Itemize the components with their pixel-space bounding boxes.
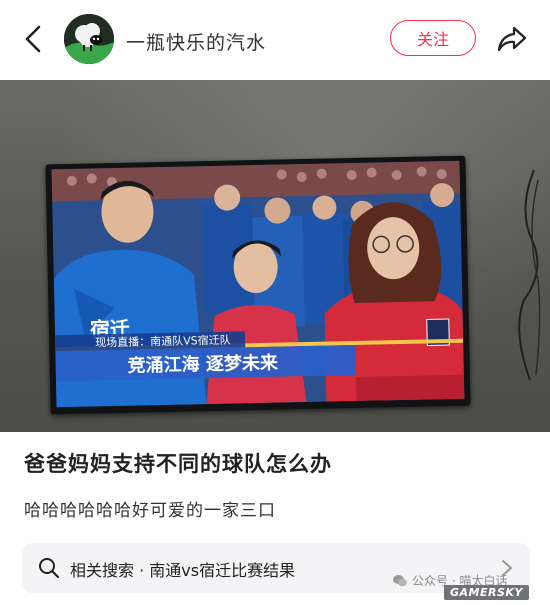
tv-caption-main: 竞涌江海 逐梦未来	[127, 352, 279, 377]
chevron-left-icon	[25, 25, 41, 53]
wall-cable	[518, 170, 541, 380]
brand-logo: GAMERSKY	[444, 585, 529, 600]
avatar[interactable]	[64, 14, 114, 64]
share-icon	[497, 26, 527, 52]
tv-caption-small: 现场直播：南通队VS宿迁队	[95, 333, 231, 350]
related-search-label: 相关搜索 · 南通vs宿迁比赛结果	[70, 561, 296, 580]
television: 宿迁 现场直播：南通队VS宿迁队 竞涌江海 逐梦未来	[45, 155, 471, 415]
tv-broadcast-image: 宿迁 现场直播：南通队VS宿迁队 竞涌江海 逐梦未来	[51, 160, 465, 408]
share-button[interactable]	[494, 22, 530, 56]
tv-screen: 宿迁 现场直播：南通队VS宿迁队 竞涌江海 逐梦未来	[51, 160, 465, 408]
sheep-avatar-icon	[64, 14, 114, 64]
search-icon	[39, 558, 60, 579]
back-button[interactable]	[16, 22, 50, 56]
top-bar: 一瓶快乐的汽水 关注	[0, 0, 550, 78]
follow-button[interactable]: 关注	[390, 20, 476, 56]
post-body: 哈哈哈哈哈哈好可爱的一家三口	[24, 501, 276, 521]
username[interactable]: 一瓶快乐的汽水	[126, 28, 266, 55]
wechat-icon	[393, 574, 407, 586]
post-title: 爸爸妈妈支持不同的球队怎么办	[24, 452, 332, 476]
post-photo[interactable]: 宿迁 现场直播：南通队VS宿迁队 竞涌江海 逐梦未来	[0, 80, 550, 432]
